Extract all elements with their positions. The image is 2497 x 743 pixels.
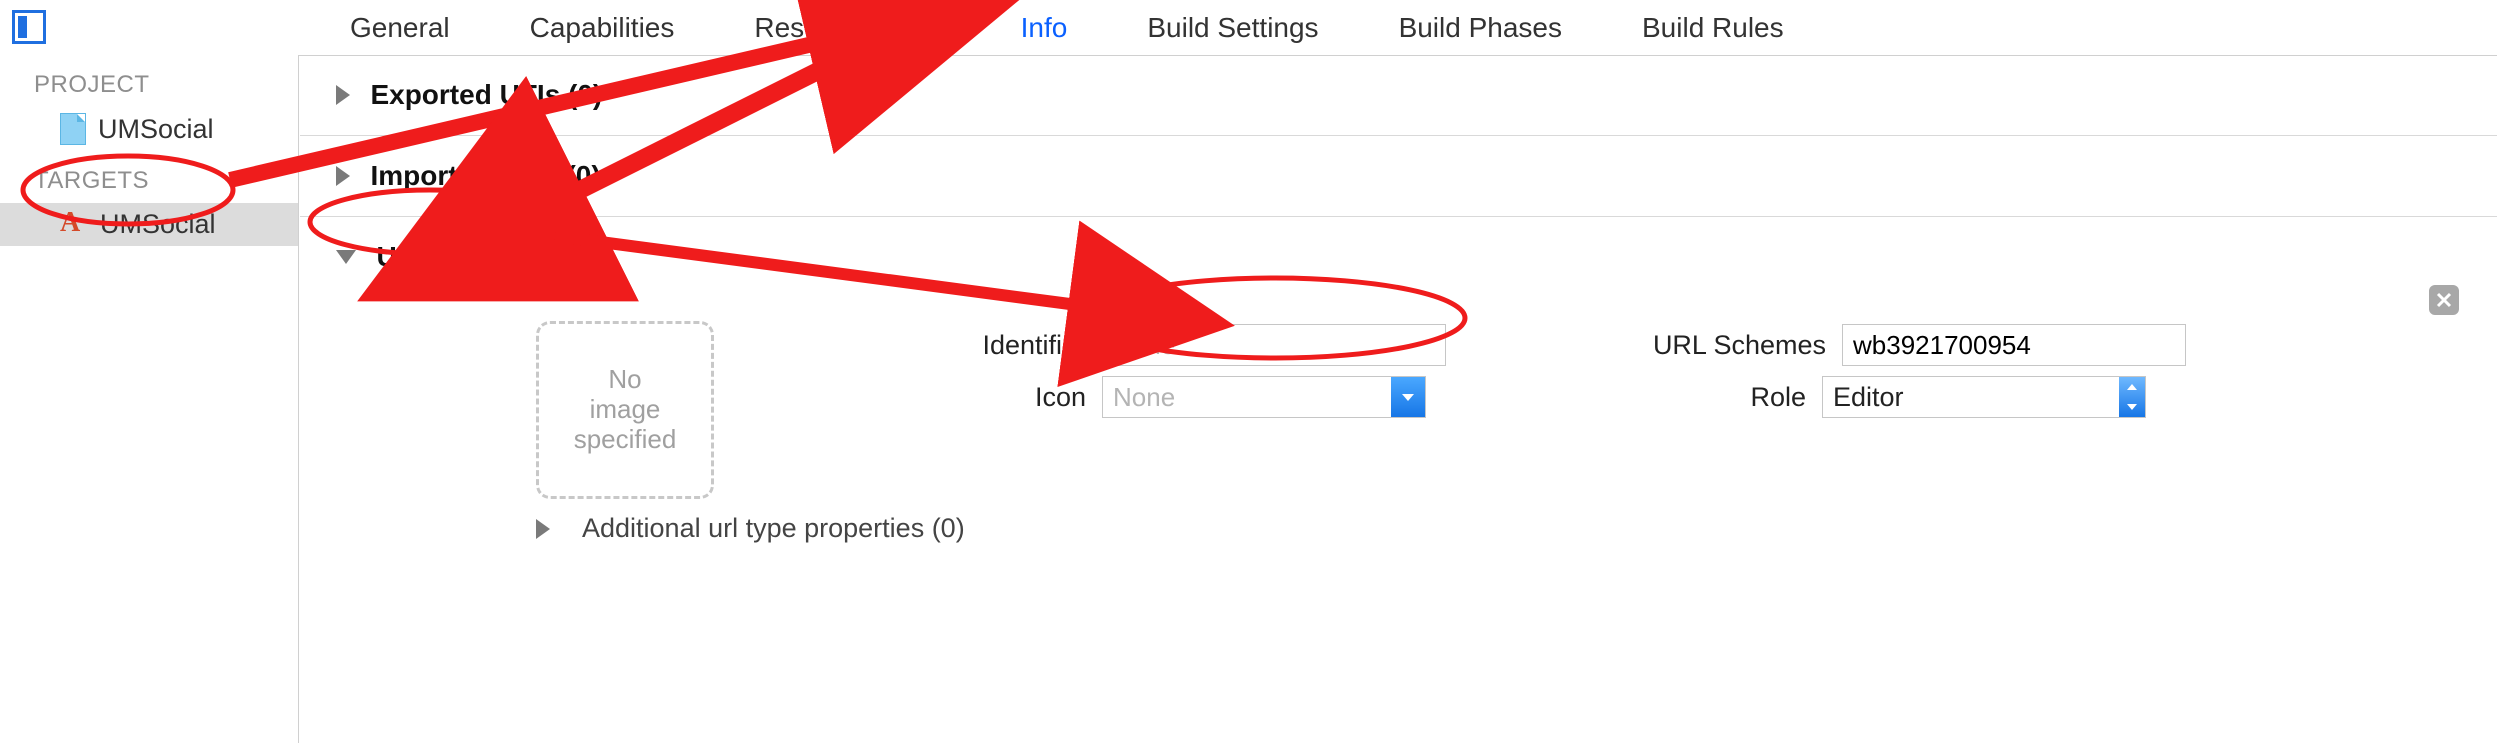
remove-entry-button[interactable] — [2429, 285, 2459, 315]
chevron-right-icon — [336, 85, 350, 105]
section-exported-utis[interactable]: Exported UTIs (0) — [300, 55, 2497, 136]
tab-general[interactable]: General — [350, 12, 450, 44]
icon-combo-text: None — [1103, 382, 1391, 413]
tab-info[interactable]: Info — [1021, 12, 1068, 44]
main-content: Exported UTIs (0) Imported UTIs (0) URL … — [300, 55, 2497, 743]
sidebar-toggle-icon[interactable] — [12, 10, 46, 44]
identifier-field[interactable]: None — [1102, 324, 1446, 366]
project-file-icon — [60, 113, 86, 145]
target-label: UMSocial — [100, 209, 216, 240]
sidebar: PROJECT UMSocial TARGETS UMSocial — [0, 55, 299, 743]
sidebar-item-target[interactable]: UMSocial — [0, 203, 298, 246]
tab-build-rules[interactable]: Build Rules — [1642, 12, 1784, 44]
section-url-types[interactable]: URL Types (15) No image specified Identi… — [300, 217, 2497, 303]
additional-properties-label: Additional url type properties (0) — [582, 513, 965, 544]
icon-label: Icon — [756, 382, 1092, 413]
tab-bar: General Capabilities Resource Tags Info … — [0, 0, 2497, 56]
chevron-right-icon — [536, 519, 550, 539]
section-imported-utis[interactable]: Imported UTIs (0) — [300, 136, 2497, 217]
chevron-down-icon — [336, 250, 356, 264]
section-title: URL Types (15) — [376, 241, 577, 272]
tab-resource-tags[interactable]: Resource Tags — [754, 12, 940, 44]
role-label: Role — [1436, 382, 1812, 413]
role-select[interactable]: Editor — [1822, 376, 2146, 418]
tab-build-settings[interactable]: Build Settings — [1147, 12, 1318, 44]
tabs-container: General Capabilities Resource Tags Info … — [350, 0, 2467, 55]
identifier-label: Identifier — [756, 330, 1092, 361]
tab-capabilities[interactable]: Capabilities — [530, 12, 675, 44]
icon-combo[interactable]: None — [1102, 376, 1426, 418]
combo-dropdown-icon — [1391, 377, 1425, 417]
url-type-form: Identifier None URL Schemes wb3921700954… — [756, 319, 2457, 423]
stepper-icon — [2119, 377, 2145, 417]
app-target-icon — [60, 211, 88, 239]
tab-build-phases[interactable]: Build Phases — [1399, 12, 1562, 44]
section-title: Exported UTIs (0) — [370, 79, 602, 110]
sidebar-header-targets: TARGETS — [0, 151, 298, 203]
sidebar-header-project: PROJECT — [0, 55, 298, 107]
url-schemes-label: URL Schemes — [1456, 330, 1832, 361]
url-schemes-field[interactable]: wb3921700954 — [1842, 324, 2186, 366]
chevron-right-icon — [336, 166, 350, 186]
image-well[interactable]: No image specified — [536, 321, 714, 499]
project-label: UMSocial — [98, 114, 214, 145]
section-title: Imported UTIs (0) — [370, 160, 600, 191]
url-type-entry: No image specified Identifier None URL S… — [336, 273, 2497, 303]
role-select-text: Editor — [1823, 382, 2119, 413]
image-well-placeholder: No image specified — [574, 365, 677, 455]
sidebar-item-project[interactable]: UMSocial — [0, 107, 298, 151]
additional-properties-row[interactable]: Additional url type properties (0) — [536, 513, 965, 544]
